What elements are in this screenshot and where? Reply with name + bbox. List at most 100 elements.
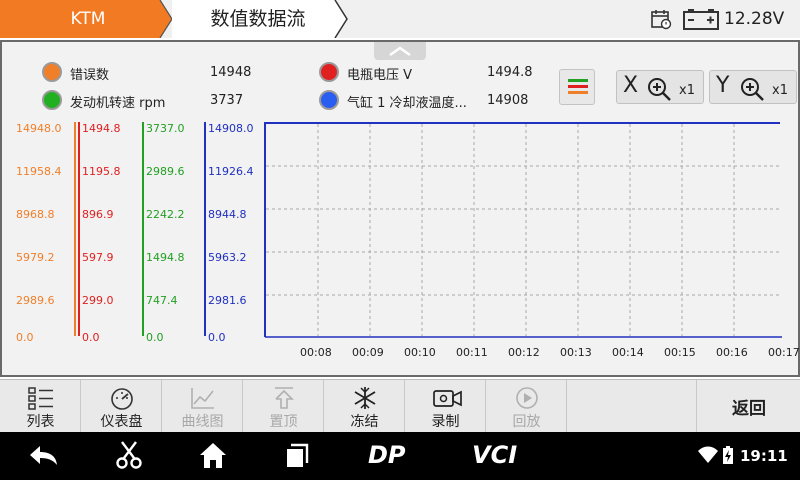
list-label: 列表 <box>26 414 55 430</box>
y-scale-bar <box>74 122 76 336</box>
y-tick-label: 1494.8 <box>82 122 121 135</box>
y-zoom-multiplier: x1 <box>772 83 788 98</box>
y-scale-error-count: 14948.0 11958.4 8968.8 5979.2 2989.6 0.0 <box>16 122 78 344</box>
playback-button[interactable]: 回放 <box>486 380 567 433</box>
menu-lines-icon <box>568 79 588 82</box>
pin-top-label: 置顶 <box>269 414 298 430</box>
record-video-icon <box>433 390 462 407</box>
y-tick-label: 5979.2 <box>16 251 55 264</box>
record-button[interactable]: 录制 <box>405 380 486 433</box>
legend-label-engine-rpm: 发动机转速 rpm <box>70 96 166 111</box>
y-zoom-button[interactable]: Y x1 <box>709 70 797 104</box>
x-tick-label: 00:12 <box>508 346 540 359</box>
y-tick-label: 0.0 <box>16 331 34 344</box>
x-tick-label: 00:16 <box>716 346 748 359</box>
y-scale-coolant-temp: 14908.0 11926.4 8944.8 5963.2 2981.6 0.0 <box>204 122 266 344</box>
tab-ktm[interactable]: KTM <box>18 0 158 38</box>
y-tick-label: 597.9 <box>82 251 114 264</box>
legend-dot-error-count <box>42 62 62 82</box>
voltage-readout: 12.28V <box>724 9 785 29</box>
y-tick-label: 2242.2 <box>146 208 185 221</box>
pin-top-icon <box>275 387 294 409</box>
x-tick-label: 00:17 <box>768 346 800 359</box>
legend-value-battery-voltage: 1494.8 <box>487 65 533 80</box>
y-tick-label: 0.0 <box>82 331 100 344</box>
legend-label-coolant-temp: 气缸 1 冷却液温度... <box>347 96 467 111</box>
y-scale-battery-voltage: 1494.8 1195.8 896.9 597.9 299.0 0.0 <box>78 122 140 344</box>
line-chart <box>264 122 782 338</box>
dp-logo-text: DP <box>368 441 406 469</box>
list-icon <box>28 387 53 410</box>
back-label: 返回 <box>732 399 766 419</box>
gauge-icon <box>111 388 133 410</box>
wifi-icon <box>698 446 718 463</box>
legend-dot-battery-voltage <box>319 62 339 82</box>
legend-dot-coolant-temp <box>319 90 339 110</box>
line-chart-button[interactable]: 曲线图 <box>162 380 243 433</box>
menu-line-red <box>568 85 588 88</box>
page-title: 数值数据流 <box>210 8 306 30</box>
y-tick-label: 8968.8 <box>16 208 55 221</box>
line-chart-icon <box>191 388 214 409</box>
y-tick-label: 2989.6 <box>146 165 185 178</box>
series-menu-button[interactable] <box>559 69 595 105</box>
y-tick-label: 747.4 <box>146 294 178 307</box>
datastream-panel: 错误数 14948 发动机转速 rpm 3737 电瓶电压 V 1494.8 气… <box>0 40 800 377</box>
x-zoom-button[interactable]: X x1 <box>616 70 704 104</box>
y-tick-label: 11958.4 <box>16 165 62 178</box>
home-icon[interactable] <box>198 440 228 470</box>
y-tick-label: 0.0 <box>208 331 226 344</box>
zoom-in-icon <box>648 78 671 101</box>
snowflake-icon <box>354 387 376 409</box>
battery-icon <box>683 9 719 30</box>
y-tick-label: 0.0 <box>146 331 164 344</box>
y-tick-label: 5963.2 <box>208 251 247 264</box>
vci-logo-text: VCI <box>472 441 517 469</box>
pin-top-button[interactable]: 置顶 <box>243 380 324 433</box>
y-tick-label: 2989.6 <box>16 294 55 307</box>
calendar-icon <box>651 10 672 30</box>
y-tick-label: 896.9 <box>82 208 114 221</box>
x-tick-label: 00:09 <box>352 346 384 359</box>
y-zoom-axis-label: Y <box>716 73 730 98</box>
gauge-button[interactable]: 仪表盘 <box>81 380 162 433</box>
battery-charging-icon <box>723 446 733 464</box>
x-tick-label: 00:14 <box>612 346 644 359</box>
legend-dot-engine-rpm <box>42 90 62 110</box>
y-tick-label: 1494.8 <box>146 251 185 264</box>
y-scale-bar <box>78 122 80 336</box>
dp-logo[interactable]: DP <box>366 440 422 470</box>
scissors-icon[interactable] <box>114 440 144 470</box>
legend-label-battery-voltage: 电瓶电压 V <box>347 68 413 83</box>
gauge-label: 仪表盘 <box>100 414 143 430</box>
list-button[interactable]: 列表 <box>0 380 81 433</box>
vci-logo[interactable]: VCI <box>470 440 532 470</box>
freeze-label: 冻结 <box>350 414 379 430</box>
chevron-up-icon <box>389 46 411 57</box>
x-tick-label: 00:13 <box>560 346 592 359</box>
x-tick-label: 00:15 <box>664 346 696 359</box>
y-tick-label: 299.0 <box>82 294 114 307</box>
collapse-button[interactable] <box>374 42 426 60</box>
y-scale-bar <box>142 122 144 336</box>
y-scale-bar <box>204 122 206 336</box>
zoom-in-icon <box>741 78 764 101</box>
y-tick-label: 11926.4 <box>208 165 254 178</box>
recents-icon[interactable] <box>284 440 310 470</box>
y-tick-label: 14908.0 <box>208 122 254 135</box>
y-tick-label: 8944.8 <box>208 208 247 221</box>
freeze-button[interactable]: 冻结 <box>324 380 405 433</box>
bottom-toolbar: 列表 仪表盘 曲线图 置顶 冻结 录制 回放 返回 <box>0 379 800 433</box>
y-tick-label: 14948.0 <box>16 122 62 135</box>
x-tick-label: 00:11 <box>456 346 488 359</box>
record-label: 录制 <box>431 414 460 430</box>
header-bar: KTM 数值数据流 12.28V <box>0 0 800 38</box>
legend-value-error-count: 14948 <box>210 65 252 80</box>
x-zoom-axis-label: X <box>623 73 639 98</box>
y-tick-label: 2981.6 <box>208 294 247 307</box>
back-button[interactable]: 返回 <box>696 380 800 433</box>
back-arrow-icon[interactable] <box>26 440 60 470</box>
x-tick-label: 00:08 <box>300 346 332 359</box>
menu-line-orange <box>568 91 588 94</box>
line-chart-label: 曲线图 <box>181 414 224 430</box>
